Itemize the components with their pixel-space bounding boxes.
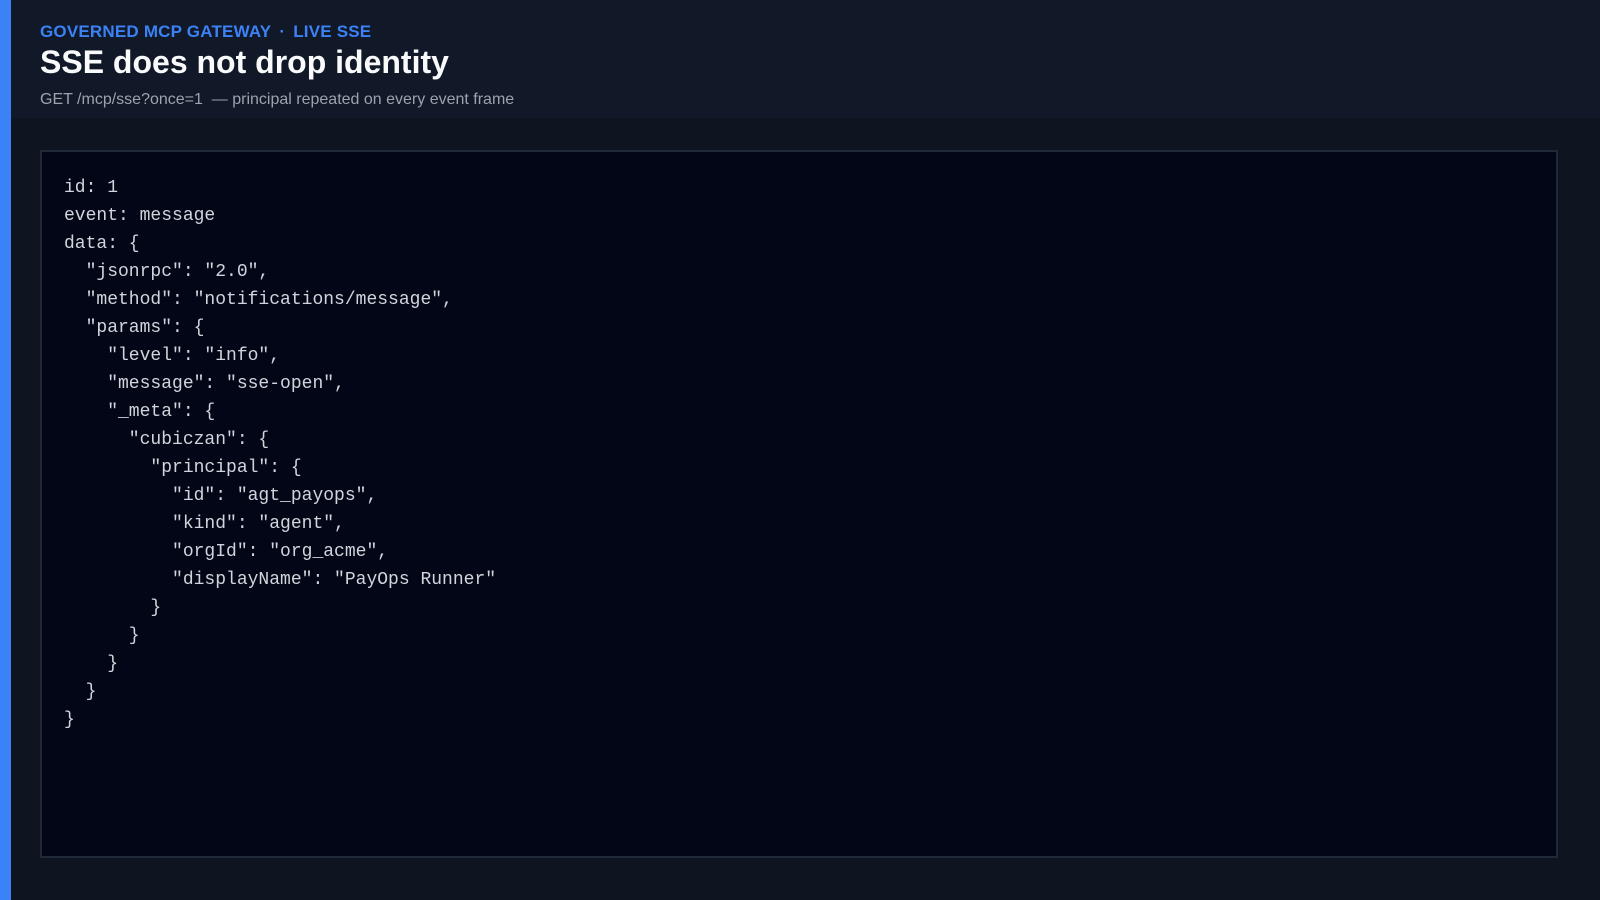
page-subtitle: GET /mcp/sse?once=1 — principal repeated… xyxy=(40,91,515,108)
code-line: } xyxy=(64,710,75,730)
code-line: "cubiczan": { xyxy=(64,430,270,450)
sse-event-code: id: 1 event: message data: { "jsonrpc": … xyxy=(64,174,496,734)
code-line: data: { xyxy=(64,234,140,254)
page-title: SSE does not drop identity xyxy=(40,44,449,80)
code-line: } xyxy=(64,598,162,618)
code-line: "level": "info", xyxy=(64,346,281,366)
sse-event-panel: id: 1 event: message data: { "jsonrpc": … xyxy=(40,150,1558,858)
code-line: "method": "notifications/message", xyxy=(64,290,453,310)
eyebrow-product: GOVERNED MCP GATEWAY xyxy=(40,22,272,41)
code-line: id: 1 xyxy=(64,178,119,198)
code-line: event: message xyxy=(64,206,216,226)
code-line: "params": { xyxy=(64,318,205,338)
eyebrow: GOVERNED MCP GATEWAY · LIVE SSE xyxy=(40,22,371,42)
code-line: "_meta": { xyxy=(64,402,216,422)
code-line: } xyxy=(64,654,119,674)
code-line: "displayName": "PayOps Runner" xyxy=(64,570,497,590)
code-line: } xyxy=(64,626,140,646)
code-line: "message": "sse-open", xyxy=(64,374,345,394)
code-line: } xyxy=(64,682,97,702)
eyebrow-separator: · xyxy=(279,22,286,41)
code-line: "kind": "agent", xyxy=(64,514,345,534)
code-line: "id": "agt_payops", xyxy=(64,486,378,506)
accent-bar xyxy=(0,0,11,900)
page-header: GOVERNED MCP GATEWAY · LIVE SSE SSE does n… xyxy=(11,0,1600,118)
code-line: "jsonrpc": "2.0", xyxy=(64,262,270,282)
code-line: "orgId": "org_acme", xyxy=(64,542,389,562)
eyebrow-mode: LIVE SSE xyxy=(293,22,372,41)
code-line: "principal": { xyxy=(64,458,302,478)
